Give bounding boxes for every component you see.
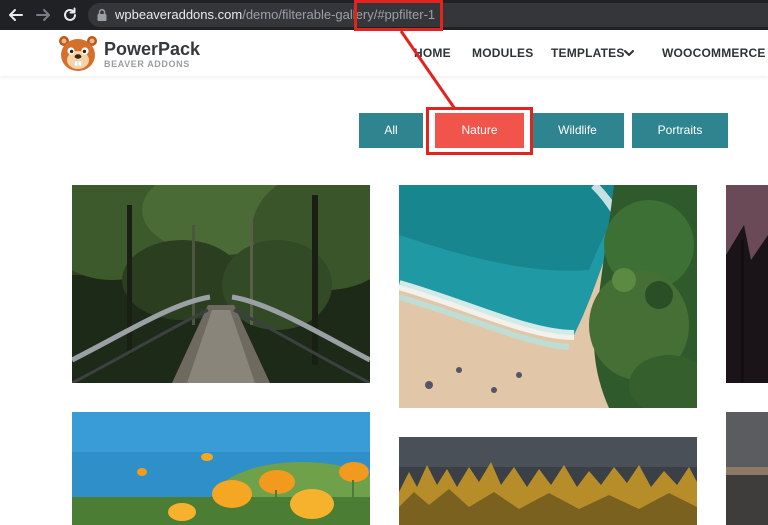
gallery-image-forest-treeline[interactable] xyxy=(399,437,697,525)
url-highlight-box xyxy=(354,0,443,31)
back-arrow-icon[interactable] xyxy=(7,6,25,24)
nature-highlight-box xyxy=(426,107,533,155)
palm-silhouette-photo xyxy=(726,185,768,383)
forest-bridge-photo xyxy=(72,185,370,383)
lock-icon xyxy=(97,8,107,21)
menu-item-woocommerce[interactable]: WOOCOMMERCE xyxy=(662,46,766,60)
chevron-down-icon[interactable] xyxy=(623,47,635,59)
filter-portraits-button[interactable]: Portraits xyxy=(632,113,728,148)
aerial-beach-photo xyxy=(399,185,697,408)
menu-item-templates[interactable]: TEMPLATES xyxy=(551,46,625,60)
screenshot: wpbeaveraddons.com/demo/filterable-galle… xyxy=(0,0,768,525)
menu-item-modules[interactable]: MODULES xyxy=(472,46,533,60)
filter-all-button[interactable]: All xyxy=(359,113,423,148)
gallery-image-aerial-beach[interactable] xyxy=(399,185,697,408)
orange-poppies-photo xyxy=(72,412,370,525)
beaver-logo-icon[interactable] xyxy=(57,33,99,73)
dusk-coast-photo xyxy=(726,412,768,525)
gallery-image-dusk-coast[interactable] xyxy=(726,412,768,525)
menu-item-home[interactable]: HOME xyxy=(414,46,451,60)
forest-treeline-photo xyxy=(399,437,697,525)
gallery-image-forest-bridge[interactable] xyxy=(72,185,370,383)
logo-subtitle: BEAVER ADDONS xyxy=(104,59,190,69)
gallery-image-palm-silhouette[interactable] xyxy=(726,185,768,383)
site-header: PowerPack BEAVER ADDONS xyxy=(0,30,768,76)
url-host: wpbeaveraddons.com xyxy=(115,7,243,22)
filter-wildlife-button[interactable]: Wildlife xyxy=(531,113,624,148)
gallery-image-orange-poppies[interactable] xyxy=(72,412,370,525)
logo-title[interactable]: PowerPack xyxy=(104,39,200,59)
forward-arrow-icon[interactable] xyxy=(34,6,52,24)
reload-icon[interactable] xyxy=(61,6,79,24)
